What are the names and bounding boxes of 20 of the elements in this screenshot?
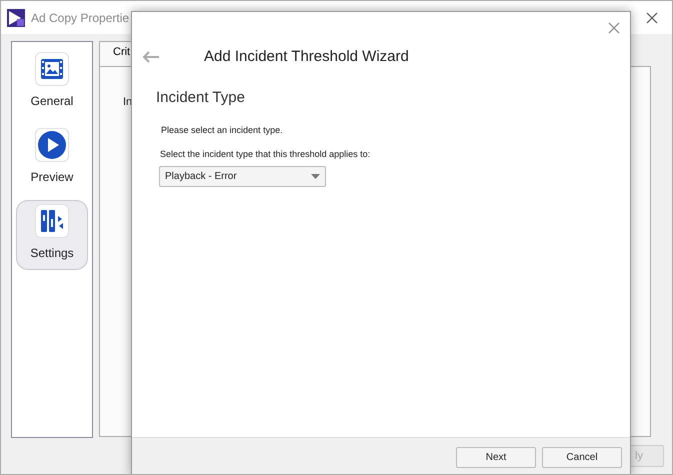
caret-icon xyxy=(311,174,320,179)
prompt-text: Select the incident type that this threshold applies to: xyxy=(160,148,372,161)
incident-type-dropdown[interactable]: Playback - Error xyxy=(159,166,326,187)
close-button[interactable] xyxy=(606,20,622,36)
instruction-text: Please select an incident type. xyxy=(161,124,284,137)
back-arrow-icon[interactable] xyxy=(142,51,160,64)
dialog-title: Add Incident Threshold Wizard xyxy=(204,47,409,67)
close-icon xyxy=(646,12,658,24)
window-title: Ad Copy Propertie xyxy=(31,10,130,26)
columns-arrows-icon xyxy=(39,209,65,233)
section-heading: Incident Type xyxy=(156,88,246,108)
film-picture-icon xyxy=(40,58,64,80)
sidebar-item[interactable]: Settings xyxy=(16,200,88,270)
app-logo-icon xyxy=(7,8,25,26)
close-icon xyxy=(608,22,620,34)
sidebar-item[interactable]: Preview xyxy=(16,124,88,194)
sidebar-item[interactable]: General xyxy=(16,48,88,118)
play-icon xyxy=(37,130,67,160)
cancel-button[interactable]: Cancel xyxy=(542,446,622,468)
next-button[interactable]: Next xyxy=(456,446,536,468)
